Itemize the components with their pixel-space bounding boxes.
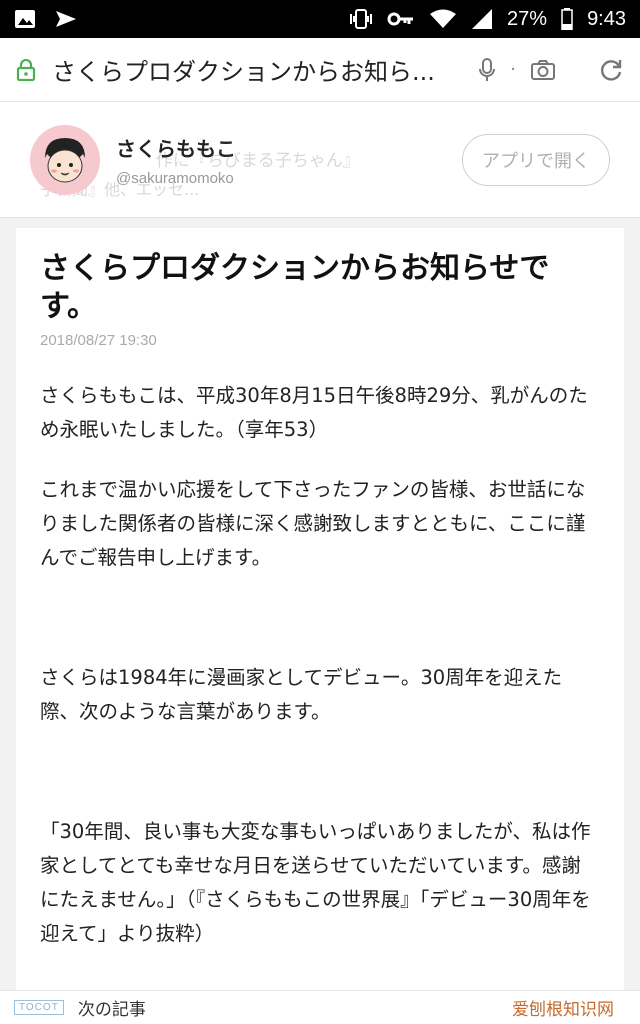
separator-dot: · [510,59,516,80]
address-bar[interactable]: さくらプロダクションからお知ら... · [0,38,640,102]
status-bar: 27% 9:43 [0,0,640,38]
tocot-logo: TOCOT [14,1000,64,1015]
avatar[interactable] [30,124,100,195]
profile-name[interactable]: さくらももこ [116,133,236,162]
article-paragraph: さくらは1984年に漫画家としてデビュー。30周年を迎えた際、次のような言葉があ… [40,666,563,723]
signal-icon [471,8,493,30]
profile-header: 東 作に『ちびまる子ちゃん』 子新聞』他、エッセ... さくらももこ @saku… [0,102,640,218]
send-icon [54,9,78,29]
article-card: さくらプロダクションからお知らせです。 2018/08/27 19:30 さくら… [16,228,624,1008]
profile-handle: @sakuramomoko [116,169,234,187]
camera-icon[interactable] [530,59,556,81]
mic-icon[interactable] [478,57,496,83]
clock: 9:43 [587,7,626,30]
battery-percent: 27% [507,7,548,30]
article-paragraph: 「30年間、良い事も大変な事もいっぱいありましたが、私は作家としてとても幸せな月… [40,820,591,945]
lock-icon [16,58,36,81]
article-title: さくらプロダクションからお知らせです。 [40,251,550,324]
vibrate-icon [349,8,373,30]
open-in-app-button[interactable]: アプリで開く [462,133,610,186]
image-icon [14,9,36,29]
next-article-link[interactable]: 次の記事 [78,995,146,1020]
wifi-icon [429,8,457,30]
article-paragraph: さくらももこは、平成30年8月15日午後8時29分、乳がんのため永眠いたしました… [40,384,588,441]
article-date: 2018/08/27 19:30 [40,332,157,349]
watermark: 爱刨根知识网 [512,1000,614,1020]
article-paragraph: これまで温かい応援をして下さったファンの皆様、お世話になりました関係者の皆様に深… [40,478,586,569]
reload-icon[interactable] [598,57,624,83]
bottom-bar: TOCOT 次の記事 爱刨根知识网 [0,990,640,1024]
page-title-in-address-bar[interactable]: さくらプロダクションからお知ら... [52,52,452,87]
battery-icon [561,8,573,30]
key-icon [387,11,415,27]
